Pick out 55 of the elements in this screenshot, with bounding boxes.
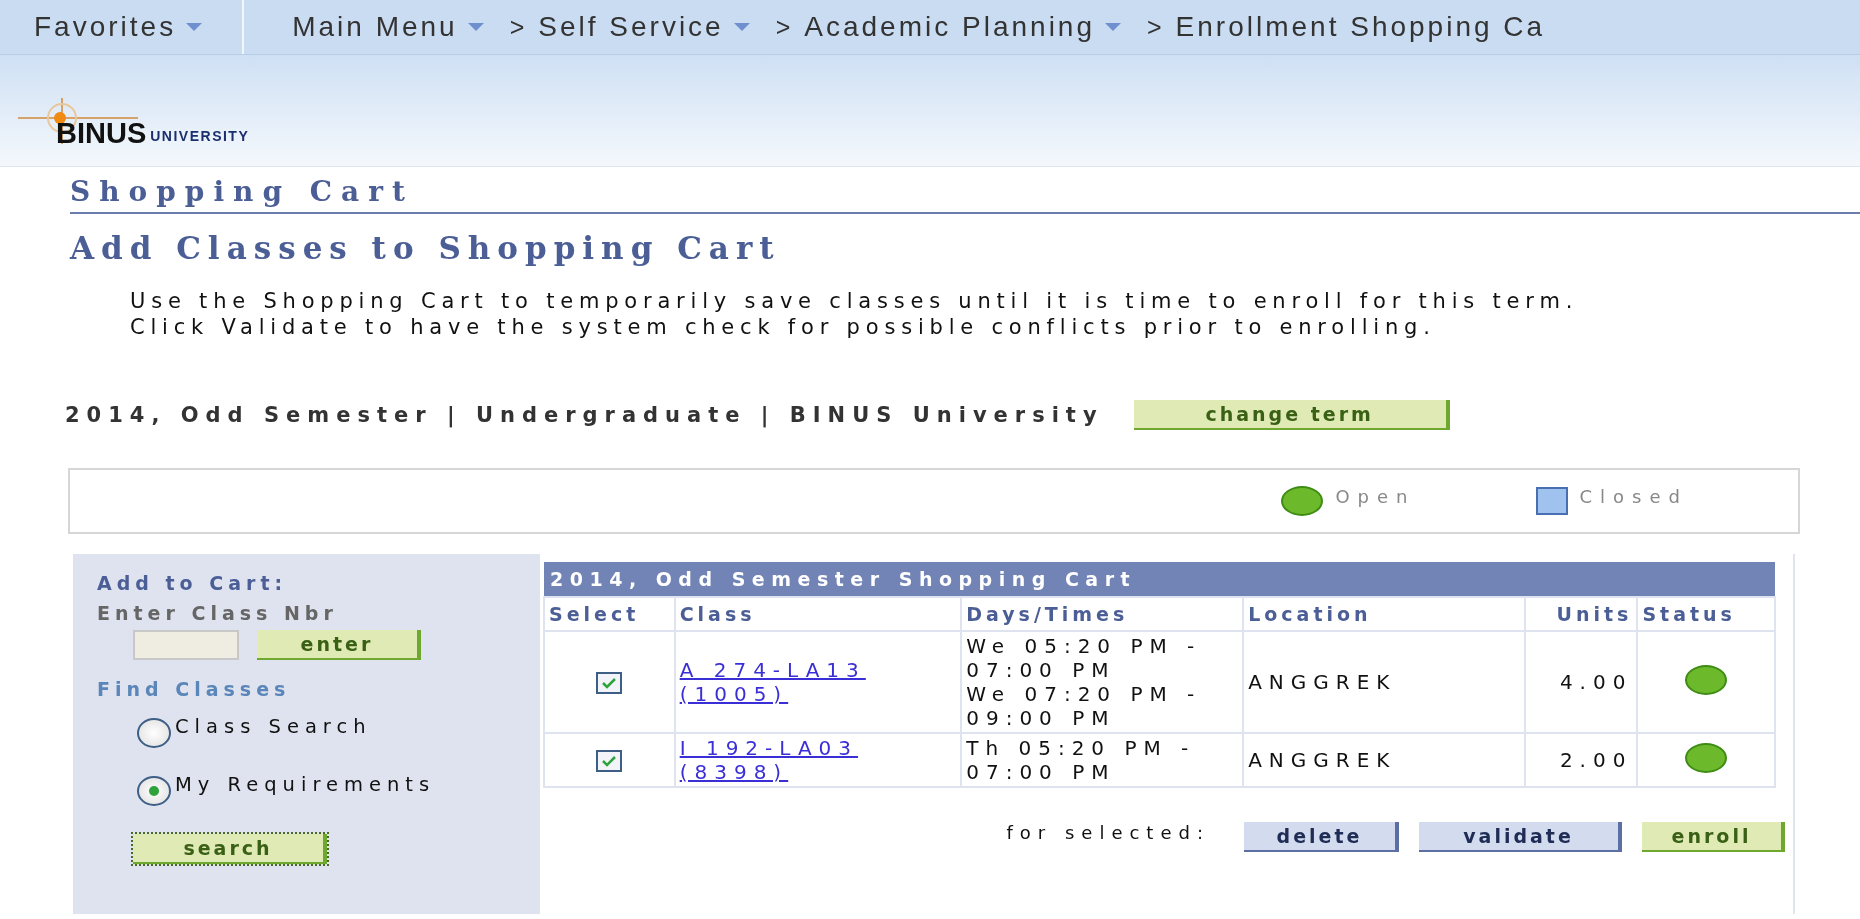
caret-icon <box>1105 23 1121 31</box>
radio-button[interactable] <box>137 718 171 748</box>
field-label: Enter Class Nbr <box>97 602 339 624</box>
nav-menu-item[interactable]: Enrollment Shopping Ca <box>1175 11 1556 43</box>
checkmark-icon <box>601 755 618 767</box>
action-button[interactable]: validate <box>1419 822 1622 852</box>
column-header: Status <box>1637 597 1775 631</box>
table-cell: 2.00 <box>1525 733 1638 787</box>
table-cell: 4.00 <box>1525 631 1638 733</box>
table-caption: 2014, Odd Semester Shopping Cart <box>544 562 1775 597</box>
radio-button[interactable] <box>137 776 171 806</box>
action-button[interactable]: enroll <box>1642 822 1785 852</box>
column-header: Units <box>1525 597 1638 631</box>
change-term-button[interactable]: change term <box>1133 400 1450 430</box>
caret-icon <box>733 23 750 31</box>
nav-menu-item[interactable]: Academic Planning <box>804 11 1131 43</box>
column-header: Class <box>674 597 962 631</box>
table-cell: Th 05:20 PM - 07:00 PM <box>961 733 1244 787</box>
table-cell: ANGGREK <box>1243 733 1526 787</box>
nav-menu-item[interactable]: Favorites <box>34 11 213 43</box>
logo-subtitle: UNIVERSITY <box>150 128 250 144</box>
closed-status-icon <box>1535 487 1568 515</box>
column-header: Select <box>544 597 675 631</box>
class-number-input[interactable] <box>133 630 239 660</box>
legend-label: Open <box>1335 485 1416 507</box>
panel-title: Find Classes <box>97 678 292 700</box>
table-cell: We 05:20 PM - 07:00 PM We 07:20 PM - 09:00 PM <box>961 631 1244 733</box>
instruction-text: Use the Shopping Cart to temporarily save classes until it is time to enroll for this term. <box>130 288 1580 314</box>
checkbox[interactable] <box>596 750 623 772</box>
checkmark-icon <box>601 677 618 689</box>
column-header: Location <box>1243 597 1526 631</box>
for-selected-label: for selected: <box>1006 821 1210 843</box>
legend-label: Closed <box>1579 485 1688 507</box>
caret-icon <box>467 23 484 31</box>
column-header: Days/Times <box>961 597 1244 631</box>
radio-label[interactable]: Class Search <box>175 714 372 738</box>
page-title: Shopping Cart <box>70 175 1860 214</box>
panel-title: Add to Cart: <box>97 572 289 594</box>
term-text: 2014, Odd Semester | Undergraduate | BINUS University <box>65 403 1104 427</box>
table-cell: ANGGREK <box>1243 631 1526 733</box>
breadcrumb-separator: > <box>775 12 791 42</box>
nav-menu-item[interactable]: Main Menu <box>292 11 494 43</box>
breadcrumb-separator: > <box>509 12 525 42</box>
caret-icon <box>186 23 203 31</box>
search-button[interactable]: search <box>133 834 327 864</box>
enter-button[interactable]: enter <box>257 630 421 660</box>
breadcrumb-separator: > <box>1147 12 1162 42</box>
section-heading: Add Classes to Shopping Cart <box>70 230 782 266</box>
checkbox[interactable] <box>596 672 623 694</box>
logo-name: BINUS <box>56 120 147 146</box>
radio-label[interactable]: My Requirements <box>175 772 436 796</box>
nav-menu-item[interactable]: Self Service <box>538 11 760 43</box>
instruction-text: Click Validate to have the system check for possible conflicts prior to enrolling. <box>130 314 1437 340</box>
action-button[interactable]: delete <box>1244 822 1399 852</box>
open-status-icon <box>1281 486 1324 516</box>
